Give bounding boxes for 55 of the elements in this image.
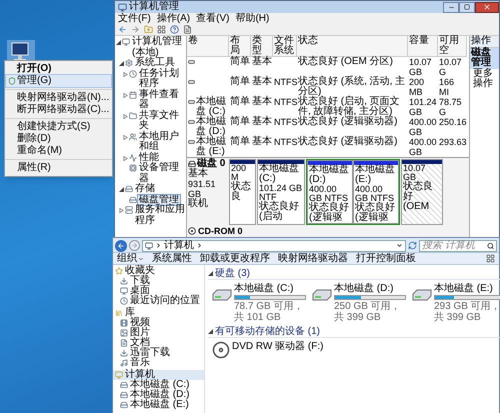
actions-header: 操作 [470,36,499,48]
table-cell-text: 200 MB [409,77,426,97]
table-cell-text: 本地磁盘 (D:) [196,117,227,137]
table-cell: NTFS [274,97,298,107]
partition-text: 本地磁盘 (C:) [259,164,300,184]
table-cell-text: 状态良好 (系统, 活动, 主分区) [298,77,406,97]
partition-text: 400.00 GB NTFS [309,185,348,203]
partition-text: 状态良好 (逻辑驱 [355,203,396,223]
table-cell: 简单 [230,97,250,107]
disk-size: 931.51 GB [188,179,217,199]
table-cell: 基本 [252,77,272,87]
table-cell-text: 10.07 GB [409,57,433,77]
partition-text: 400.00 GB NTFS [355,185,394,203]
partition-text: 本地磁盘 (D:) [309,165,350,185]
partition-text: 10.07 GB [403,164,426,182]
partition-text: 状态良 [231,182,252,202]
disk-status: 联机 [188,199,209,209]
partition-text: 101.24 GB NTF [259,184,303,202]
free-space-text: 293 GB 可用，共 399 GB [434,301,500,323]
table-cell: 状态良好 (逻辑驱动器) [298,117,398,127]
disk-name: 磁盘 0 [197,159,226,169]
table-cell: NTFS [274,117,298,127]
table-cell: 400.00 GB [409,117,437,137]
table-cell: 简单 [230,57,250,67]
window-title: 计算机管理 [129,2,179,12]
table-cell: NTFS [274,137,298,147]
table-cell: 基本 [252,97,272,107]
partition-text: 状态良好 (逻辑驱 [309,203,350,223]
cdrom-name: CD-ROM 0 [198,226,242,236]
table-cell: 状态良好 (逻辑驱动器) [298,137,398,147]
free-space-text: 250 GB 可用，共 399 GB [334,301,402,323]
table-cell: 简单 [230,117,250,127]
table-cell: NTFS [274,77,298,87]
partition-text: 本地磁盘 (E:) [355,165,396,185]
table-cell: 简单 [230,137,250,147]
table-cell: 简单 [230,77,250,87]
table-cell: 101.24 GB [409,97,437,117]
disk-type: 基本 [188,169,209,179]
table-cell-text: 10.07 G [439,57,463,77]
table-cell: 250.16 [439,117,467,127]
table-cell: 基本 [252,117,272,127]
table-cell-text: 166 MI [439,77,456,97]
partition-text: 状态良好 (OEM [403,182,434,212]
table-cell: 293.63 [439,137,467,147]
table-cell: 基本 [252,57,272,67]
table-cell: 基本 [252,137,272,147]
partition-text: 200 M [231,164,246,182]
free-space-text: 78.7 GB 可用，共 101 GB [234,301,304,323]
table-cell-text: 本地磁盘 (C:) [196,97,227,117]
table-cell: 400.00 GB [409,137,437,157]
table-cell-text: 78.75 G [439,97,463,117]
table-cell: 状态良好 (OEM 分区) [298,57,393,67]
table-cell-text: 状态良好 (启动, 页面文件, 故障转储, 主分区) [298,97,401,117]
partition-text: 状态良好 (启动 [259,202,300,222]
table-cell-text: 本地磁盘 (E:) [196,137,227,157]
